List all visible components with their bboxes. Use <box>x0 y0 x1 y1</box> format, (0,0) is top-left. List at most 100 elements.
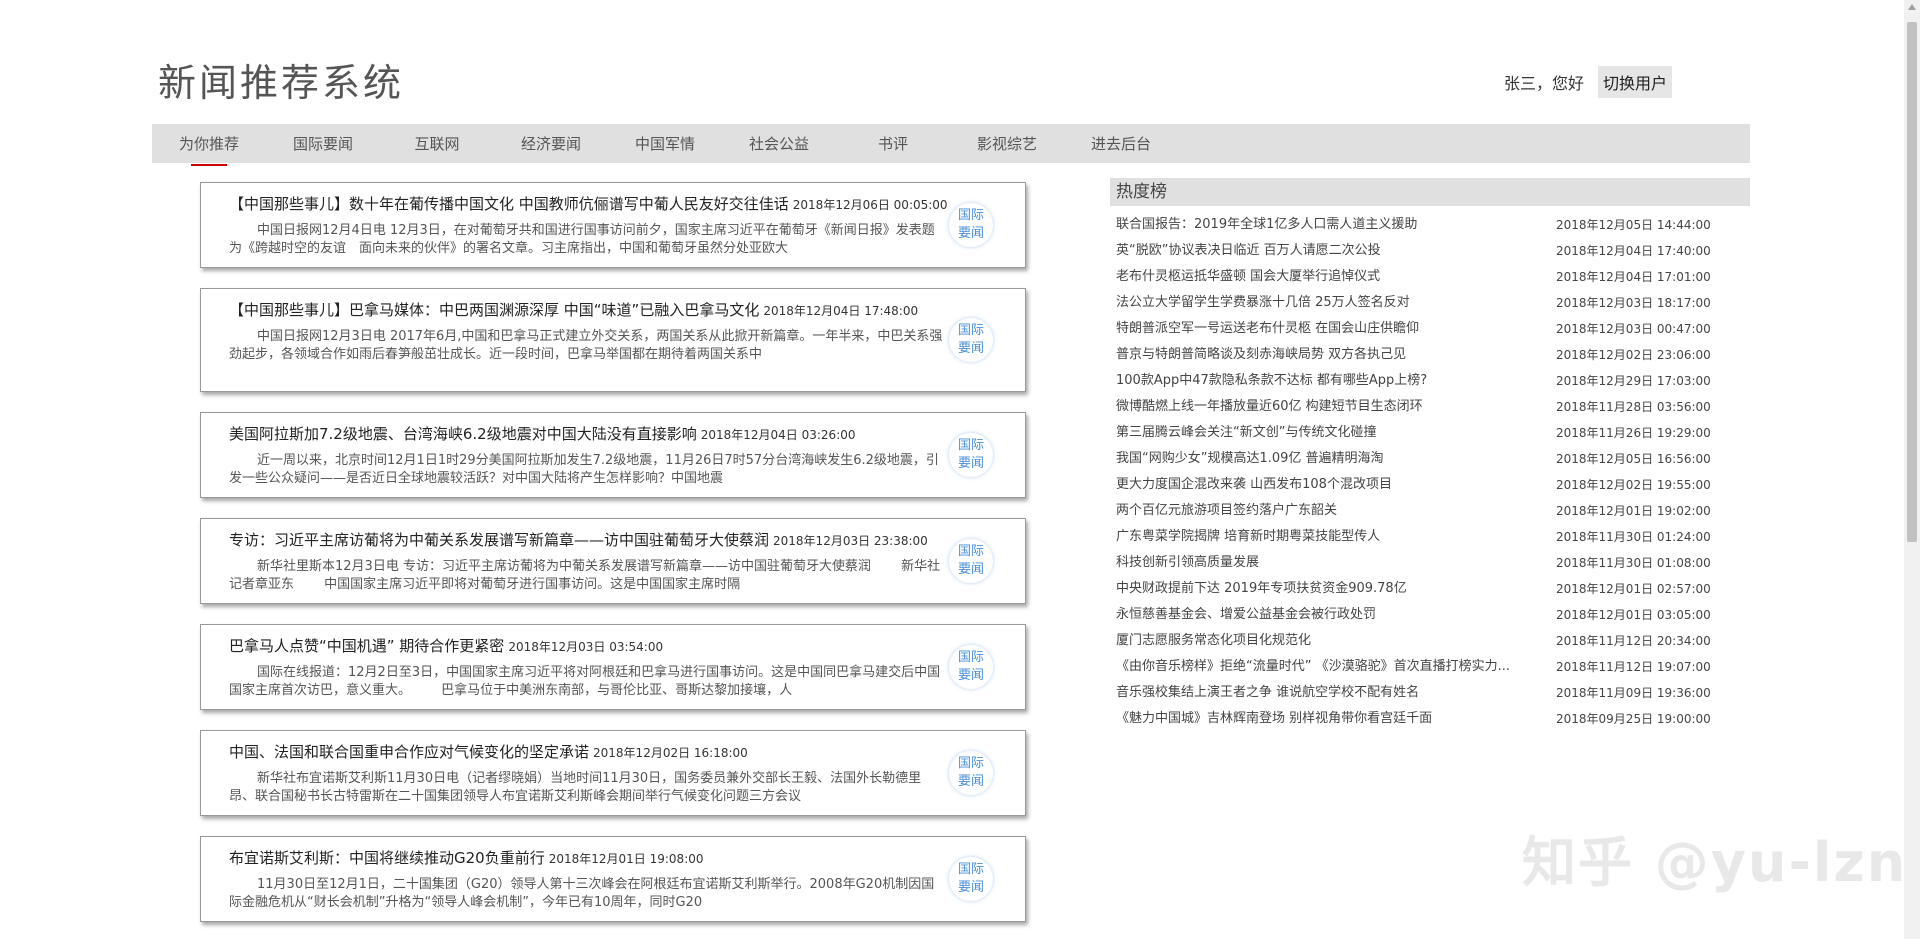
hot-item[interactable]: 广东粤菜学院揭牌 培育新时期粤菜技能型传人 2018年11月30日 01:24:0… <box>1110 524 1750 550</box>
hot-item-title[interactable]: 科技创新引领高质量发展 <box>1110 550 1550 576</box>
hot-item-title[interactable]: 厦门志愿服务常态化项目化规范化 <box>1110 628 1550 654</box>
nav-item[interactable]: 书评 <box>836 133 950 154</box>
news-card[interactable]: 美国阿拉斯加7.2级地震、台湾海峡6.2级地震对中国大陆没有直接影响 2018年1… <box>200 412 1026 498</box>
news-category-tag[interactable]: 国际要闻 <box>949 751 993 795</box>
hot-item-title[interactable]: 更大力度国企混改来袭 山西发布108个混改项目 <box>1110 472 1550 498</box>
category-nav: 为你推荐 国际要闻 互联网 经济要闻 中国军情 社会公益 书评 影视综艺 进去后台 <box>152 124 1750 163</box>
watermark: 知乎 @yu-lzn <box>1522 831 1908 894</box>
hot-item-title[interactable]: 《魅力中国城》吉林辉南登场 别样视角带你看宫廷千面 <box>1110 706 1550 732</box>
user-area: 张三，您好 切换用户 <box>1504 66 1672 98</box>
nav-item[interactable]: 国际要闻 <box>266 133 380 154</box>
hot-item-title[interactable]: 老布什灵柩运抵华盛顿 国会大厦举行追悼仪式 <box>1110 264 1550 290</box>
hot-item[interactable]: 老布什灵柩运抵华盛顿 国会大厦举行追悼仪式 2018年12月04日 17:01:0… <box>1110 264 1750 290</box>
hot-item[interactable]: 中央财政提前下达 2019年专项扶贫资金909.78亿 2018年12月01日 0… <box>1110 576 1750 602</box>
news-title-text[interactable]: 【中国那些事儿】数十年在葡传播中国文化 中国教师伉俪谱写中葡人民友好交往佳话 <box>229 195 789 213</box>
news-title[interactable]: 【中国那些事儿】数十年在葡传播中国文化 中国教师伉俪谱写中葡人民友好交往佳话 20… <box>229 193 948 216</box>
news-title-text[interactable]: 巴拿马人点赞“中国机遇” 期待合作更紧密 <box>229 637 504 655</box>
news-title-text[interactable]: 美国阿拉斯加7.2级地震、台湾海峡6.2级地震对中国大陆没有直接影响 <box>229 425 697 443</box>
hot-item-title[interactable]: 联合国报告：2019年全球1亿多人口需人道主义援助 <box>1110 212 1550 238</box>
news-summary: 新华社布宜诺斯艾利斯11月30日电（记者缪晓娟）当地时间11月30日，国务委员兼… <box>229 771 922 804</box>
hot-item-title[interactable]: 特朗普派空军一号运送老布什灵柩 在国会山庄供瞻仰 <box>1110 316 1550 342</box>
news-title[interactable]: 布宜诺斯艾利斯：中国将继续推动G20负重前行 2018年12月01日 19:08:… <box>229 847 945 870</box>
news-category-tag[interactable]: 国际要闻 <box>949 433 993 477</box>
news-category-tag[interactable]: 国际要闻 <box>949 318 993 362</box>
hot-item[interactable]: 特朗普派空军一号运送老布什灵柩 在国会山庄供瞻仰 2018年12月03日 00:4… <box>1110 316 1750 342</box>
hot-item[interactable]: 科技创新引领高质量发展 2018年11月30日 01:08:00 <box>1110 550 1750 576</box>
hot-item[interactable]: 我国“网购少女”规模高达1.09亿 普遍精明海淘 2018年12月05日 16:5… <box>1110 446 1750 472</box>
news-card[interactable]: 【中国那些事儿】数十年在葡传播中国文化 中国教师伉俪谱写中葡人民友好交往佳话 20… <box>200 182 1026 268</box>
hot-item-title[interactable]: 英“脱欧”协议表决日临近 百万人请愿二次公投 <box>1110 238 1550 264</box>
news-title[interactable]: 【中国那些事儿】巴拿马媒体：中巴两国渊源深厚 中国“味道”已融入巴拿马文化 201… <box>229 299 945 322</box>
scroll-thumb[interactable] <box>1907 22 1917 542</box>
news-category-tag[interactable]: 国际要闻 <box>949 857 993 901</box>
news-title-text[interactable]: 布宜诺斯艾利斯：中国将继续推动G20负重前行 <box>229 849 545 867</box>
hot-item-time: 2018年12月01日 02:57:00 <box>1556 582 1711 596</box>
nav-item[interactable]: 为你推荐 <box>152 133 266 154</box>
hot-item-time: 2018年11月28日 03:56:00 <box>1556 400 1711 414</box>
hot-item[interactable]: 《魅力中国城》吉林辉南登场 别样视角带你看宫廷千面 2018年09月25日 19:… <box>1110 706 1750 732</box>
scroll-up-arrow-icon[interactable] <box>1908 4 1916 10</box>
news-category-tag[interactable]: 国际要闻 <box>949 539 993 583</box>
nav-item[interactable]: 社会公益 <box>722 133 836 154</box>
hot-item-time: 2018年12月03日 18:17:00 <box>1556 296 1711 310</box>
hot-item[interactable]: 联合国报告：2019年全球1亿多人口需人道主义援助 2018年12月05日 14:… <box>1110 212 1750 238</box>
hot-item[interactable]: 英“脱欧”协议表决日临近 百万人请愿二次公投 2018年12月04日 17:40:… <box>1110 238 1750 264</box>
news-title[interactable]: 中国、法国和联合国重申合作应对气候变化的坚定承诺 2018年12月02日 16:1… <box>229 741 945 764</box>
nav-item[interactable]: 互联网 <box>380 133 494 154</box>
hot-item-title[interactable]: 永恒慈善基金会、增爱公益基金会被行政处罚 <box>1110 602 1550 628</box>
news-summary: 新华社里斯本12月3日电 专访：习近平主席访葡将为中葡关系发展谱写新篇章——访中… <box>229 559 941 592</box>
hot-item-time: 2018年11月26日 19:29:00 <box>1556 426 1711 440</box>
news-card[interactable]: 【中国那些事儿】巴拿马媒体：中巴两国渊源深厚 中国“味道”已融入巴拿马文化 201… <box>200 288 1026 392</box>
news-date: 2018年12月04日 03:26:00 <box>700 428 856 442</box>
hot-item-title[interactable]: 微博酷燃上线一年播放量近60亿 构建短节目生态闭环 <box>1110 394 1550 420</box>
hot-item-time: 2018年11月09日 19:36:00 <box>1556 686 1711 700</box>
hot-item[interactable]: 普京与特朗普简略谈及刻赤海峡局势 双方各执己见 2018年12月02日 23:06… <box>1110 342 1750 368</box>
nav-item[interactable]: 经济要闻 <box>494 133 608 154</box>
hot-item-title[interactable]: 100款App中47款隐私条款不达标 都有哪些App上榜? <box>1110 368 1550 394</box>
news-card[interactable]: 布宜诺斯艾利斯：中国将继续推动G20负重前行 2018年12月01日 19:08:… <box>200 836 1026 922</box>
news-title-text[interactable]: 专访：习近平主席访葡将为中葡关系发展谱写新篇章——访中国驻葡萄牙大使蔡润 <box>229 531 769 549</box>
news-title[interactable]: 专访：习近平主席访葡将为中葡关系发展谱写新篇章——访中国驻葡萄牙大使蔡润 2018… <box>229 529 945 552</box>
hot-item[interactable]: 第三届腾云峰会关注“新文创”与传统文化碰撞 2018年11月26日 19:29:0… <box>1110 420 1750 446</box>
news-card[interactable]: 中国、法国和联合国重申合作应对气候变化的坚定承诺 2018年12月02日 16:1… <box>200 730 1026 816</box>
hot-item-title[interactable]: 第三届腾云峰会关注“新文创”与传统文化碰撞 <box>1110 420 1550 446</box>
nav-item[interactable]: 中国军情 <box>608 133 722 154</box>
news-date: 2018年12月01日 19:08:00 <box>548 852 704 866</box>
hot-item[interactable]: 100款App中47款隐私条款不达标 都有哪些App上榜? 2018年12月29日… <box>1110 368 1750 394</box>
hot-item[interactable]: 音乐强校集结上演王者之争 谁说航空学校不配有姓名 2018年11月09日 19:3… <box>1110 680 1750 706</box>
hot-item-title[interactable]: 两个百亿元旅游项目签约落户广东韶关 <box>1110 498 1550 524</box>
news-card[interactable]: 巴拿马人点赞“中国机遇” 期待合作更紧密 2018年12月03日 03:54:00… <box>200 624 1026 710</box>
hot-item-title[interactable]: 法公立大学留学生学费暴涨十几倍 25万人签名反对 <box>1110 290 1550 316</box>
news-title[interactable]: 美国阿拉斯加7.2级地震、台湾海峡6.2级地震对中国大陆没有直接影响 2018年1… <box>229 423 945 446</box>
news-title-text[interactable]: 【中国那些事儿】巴拿马媒体：中巴两国渊源深厚 中国“味道”已融入巴拿马文化 <box>229 301 759 319</box>
hot-item-title[interactable]: 广东粤菜学院揭牌 培育新时期粤菜技能型传人 <box>1110 524 1550 550</box>
news-title-text[interactable]: 中国、法国和联合国重申合作应对气候变化的坚定承诺 <box>229 743 589 761</box>
news-category-tag[interactable]: 国际要闻 <box>949 645 993 689</box>
site-title: 新闻推荐系统 <box>158 61 405 105</box>
hot-item[interactable]: 法公立大学留学生学费暴涨十几倍 25万人签名反对 2018年12月03日 18:1… <box>1110 290 1750 316</box>
hot-item-time: 2018年11月30日 01:08:00 <box>1556 556 1711 570</box>
switch-user-button[interactable]: 切换用户 <box>1597 66 1672 98</box>
news-date: 2018年12月06日 00:05:00 <box>792 198 948 212</box>
hot-item[interactable]: 更大力度国企混改来袭 山西发布108个混改项目 2018年12月02日 19:55… <box>1110 472 1750 498</box>
hot-item-time: 2018年12月01日 03:05:00 <box>1556 608 1711 622</box>
hot-item[interactable]: 两个百亿元旅游项目签约落户广东韶关 2018年12月01日 19:02:00 <box>1110 498 1750 524</box>
hot-item-title[interactable]: 中央财政提前下达 2019年专项扶贫资金909.78亿 <box>1110 576 1550 602</box>
news-date: 2018年12月03日 23:38:00 <box>773 534 928 548</box>
hot-item-title[interactable]: 我国“网购少女”规模高达1.09亿 普遍精明海淘 <box>1110 446 1550 472</box>
hot-item-title[interactable]: 音乐强校集结上演王者之争 谁说航空学校不配有姓名 <box>1110 680 1550 706</box>
hot-item-title[interactable]: 《由你音乐榜样》拒绝“流量时代” 《沙漠骆驼》首次直播打榜实力... <box>1110 654 1550 680</box>
nav-item[interactable]: 进去后台 <box>1064 133 1178 154</box>
news-category-tag[interactable]: 国际要闻 <box>949 203 993 247</box>
vertical-scrollbar[interactable] <box>1904 0 1920 939</box>
hot-item[interactable]: 永恒慈善基金会、增爱公益基金会被行政处罚 2018年12月01日 03:05:00 <box>1110 602 1750 628</box>
hot-item-time: 2018年12月05日 14:44:00 <box>1556 218 1711 232</box>
news-card[interactable]: 专访：习近平主席访葡将为中葡关系发展谱写新篇章——访中国驻葡萄牙大使蔡润 2018… <box>200 518 1026 604</box>
user-greeting: 张三，您好 <box>1503 74 1584 93</box>
hot-item[interactable]: 《由你音乐榜样》拒绝“流量时代” 《沙漠骆驼》首次直播打榜实力... 2018年1… <box>1110 654 1750 680</box>
nav-item[interactable]: 影视综艺 <box>950 133 1064 154</box>
hot-item-title[interactable]: 普京与特朗普简略谈及刻赤海峡局势 双方各执己见 <box>1110 342 1550 368</box>
hot-item[interactable]: 厦门志愿服务常态化项目化规范化 2018年11月12日 20:34:00 <box>1110 628 1750 654</box>
news-title[interactable]: 巴拿马人点赞“中国机遇” 期待合作更紧密 2018年12月03日 03:54:00 <box>229 635 945 658</box>
hot-item[interactable]: 微博酷燃上线一年播放量近60亿 构建短节目生态闭环 2018年11月28日 03:… <box>1110 394 1750 420</box>
